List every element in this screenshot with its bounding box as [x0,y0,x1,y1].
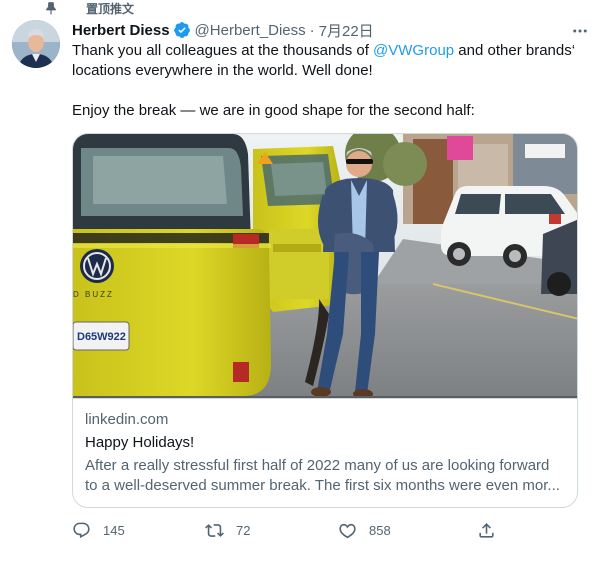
card-description-line-1: After a really stressful first half of 2… [85,457,550,474]
separator-dot: · [309,21,315,39]
reply-count: 145 [103,522,125,538]
verified-badge-icon [173,22,190,38]
tweet-text-segment: and other brands‘ [454,42,576,59]
retweet-icon [205,523,224,537]
pinned-tweet-label: 置顶推文 [44,0,134,16]
card-title: Happy Holidays! [85,434,195,451]
card-image[interactable]: D BUZZ D65W922 [73,134,577,399]
pinned-text: 置顶推文 [86,1,135,16]
card-description-line-2: to a well-deserved summer break. The fir… [85,477,560,494]
card-description: After a really stressful first half of 2… [85,456,569,496]
like-button[interactable]: 858 [338,518,391,542]
author-name[interactable]: Herbert Diess [72,22,170,39]
card-body: linkedin.com Happy Holidays! After a rea… [85,410,569,496]
share-button[interactable] [477,518,496,542]
author-handle[interactable]: @Herbert_Diess [195,22,306,39]
tweet-text: Thank you all colleagues at the thousand… [72,41,592,121]
reply-icon [73,522,90,538]
tweet-actions: 145 72 858 [72,518,494,542]
mention-link[interactable]: @VWGroup [373,42,454,59]
tweet-line-2: locations everywhere in the world. Well … [72,62,373,79]
card-domain: linkedin.com [85,411,169,428]
heart-icon [339,523,356,538]
license-plate-text: D65W922 [77,331,126,343]
pin-icon [46,2,56,15]
tweet-date[interactable]: 7月22日 [319,20,374,41]
tweet-header: Herbert Diess @Herbert_Diess · 7月22日 [72,20,374,40]
tweet-text-segment: Thank you all colleagues at the thousand… [72,42,374,59]
share-icon [479,522,494,538]
retweet-count: 72 [236,522,251,538]
more-options-button[interactable] [569,20,591,42]
card-photo: D BUZZ D65W922 [73,134,577,398]
like-count: 858 [369,522,391,538]
retweet-button[interactable]: 72 [205,518,250,542]
tweet-line-3: Enjoy the break — we are in good shape f… [72,102,475,119]
link-preview-card[interactable]: D BUZZ D65W922 linkedin.com Happy Holida… [72,133,578,508]
reply-button[interactable]: 145 [72,518,125,542]
avatar-image [12,20,60,68]
vehicle-badge-text: D BUZZ [73,290,114,299]
avatar[interactable] [12,20,60,68]
tweet-line-1: Thank you all colleagues at the thousand… [72,41,592,61]
more-icon [573,29,587,33]
